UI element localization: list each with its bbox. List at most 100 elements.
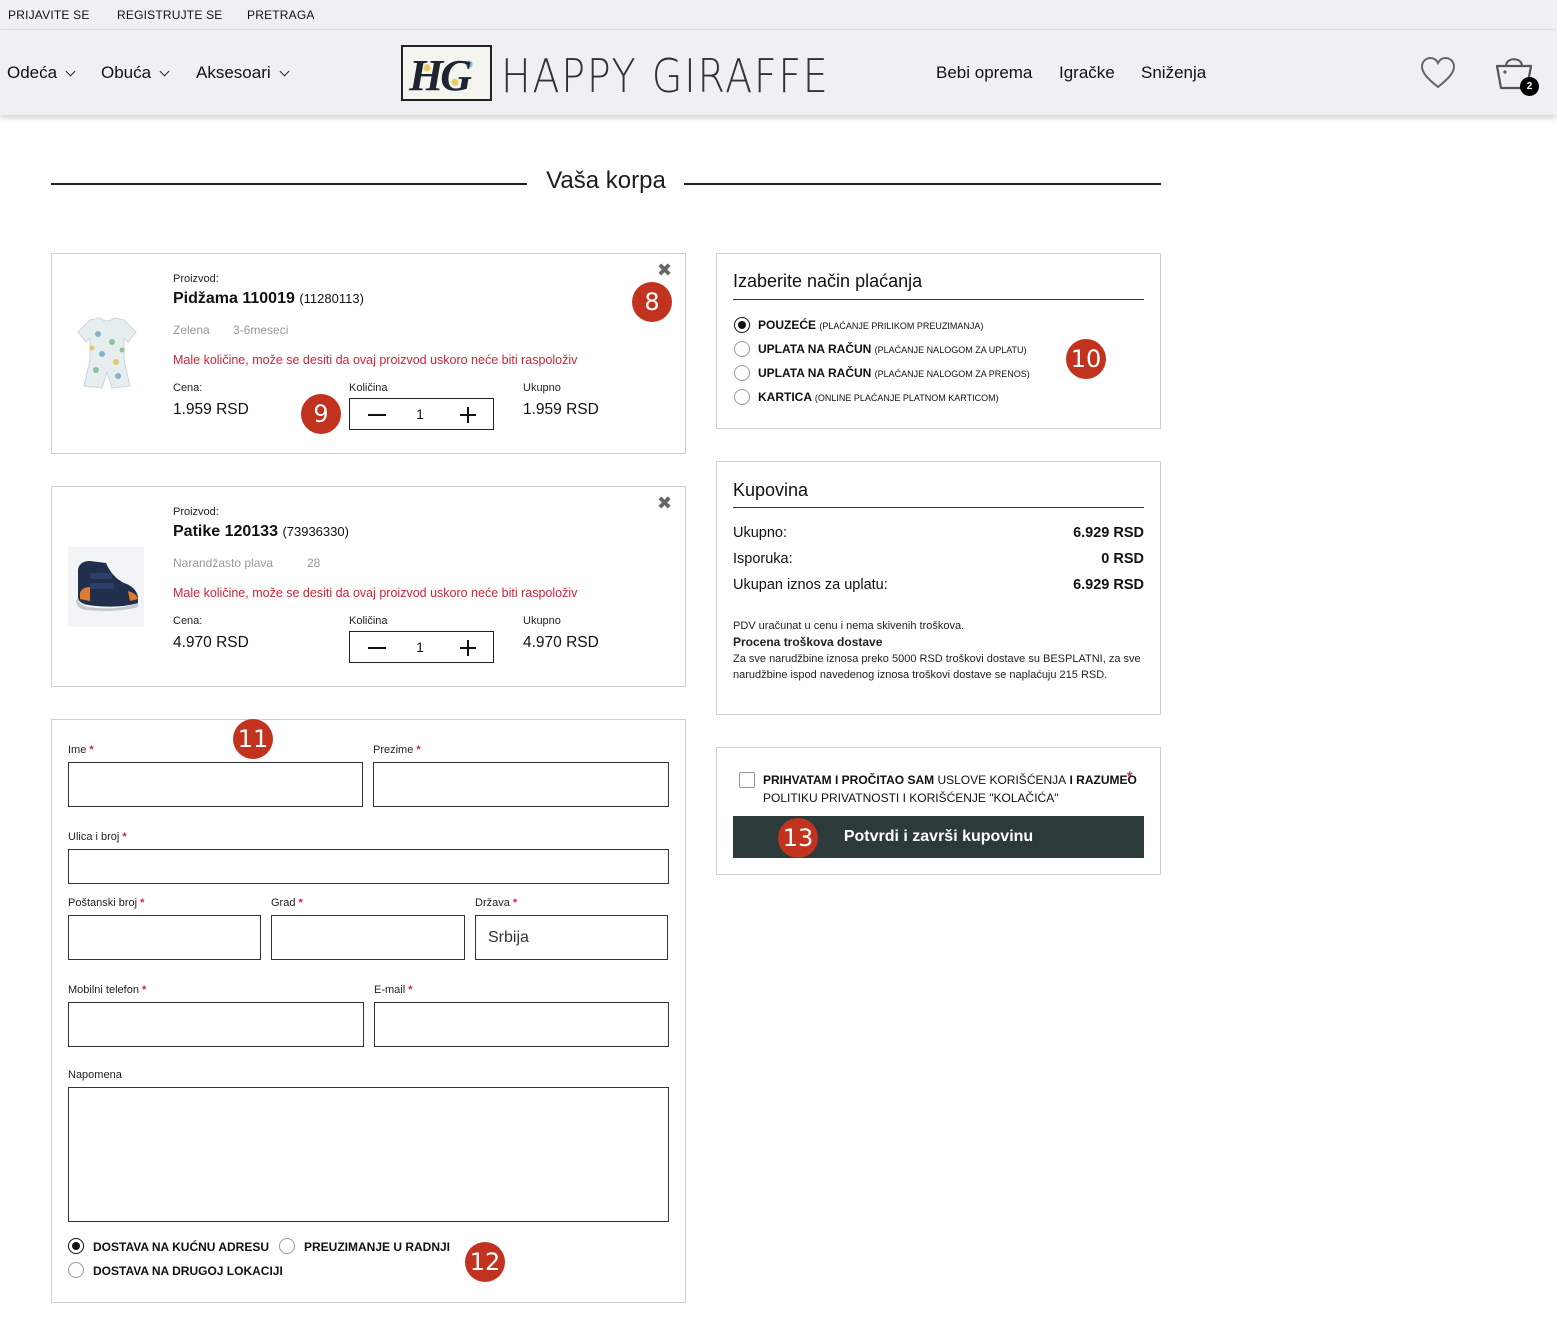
email-input[interactable] — [374, 1002, 669, 1047]
remove-item-close-icon[interactable]: ✖ — [657, 260, 672, 281]
mobile-input[interactable] — [68, 1002, 364, 1047]
register-link[interactable]: REGISTRUJTE SE — [117, 8, 222, 22]
logo-mark-text: HG — [409, 51, 472, 100]
payment-option-sub: (PLAĆANJE PRILIKOM PREUZIMANJA) — [819, 321, 984, 331]
required-asterisk: * — [1127, 768, 1133, 784]
payment-radio-bank-transfer[interactable] — [734, 365, 750, 381]
quantity-label: Količina — [349, 615, 388, 627]
payment-option-sub: (PLAĆANJE NALOGOM ZA PRENOS) — [874, 369, 1030, 379]
product-name[interactable]: Patike 120133 (73936330) — [173, 523, 349, 541]
nav-label: Aksesoari — [196, 63, 271, 82]
postal-code-label: Poštanski broj * — [68, 897, 145, 909]
annotation-badge: 12 — [465, 1242, 505, 1282]
price-label: Cena: — [173, 615, 203, 627]
nav-item-aksesoari[interactable]: Aksesoari — [196, 63, 290, 83]
nav-item-bebi-oprema[interactable]: Bebi oprema — [936, 63, 1032, 83]
street-input[interactable] — [68, 849, 669, 884]
product-code: (73936330) — [282, 524, 349, 539]
chevron-down-icon — [279, 66, 290, 77]
unit-price: 1.959 RSD — [173, 401, 249, 418]
product-size: 28 — [307, 556, 321, 570]
privacy-policy-link[interactable]: POLITIKU PRIVATNOSTI I KORIŠĆENJE "KOLAČ… — [763, 791, 1058, 805]
low-stock-warning: Male količine, može se desiti da ovaj pr… — [173, 353, 578, 367]
shipping-estimate-text: Za sve narudžbine iznosa preko 5000 RSD … — [733, 653, 1141, 681]
country-input[interactable] — [475, 915, 668, 960]
delivery-radio-other-location[interactable] — [68, 1262, 84, 1278]
product-name[interactable]: Pidžama 110019 (11280113) — [173, 290, 364, 308]
page-title: Vaša korpa — [546, 167, 666, 194]
payment-radio-cod[interactable] — [734, 317, 750, 333]
annotation-badge: 10 — [1066, 339, 1106, 379]
last-name-label: Prezime * — [373, 744, 421, 756]
chevron-down-icon — [65, 66, 76, 77]
payment-option-sub: (ONLINE PLAĆANJE PLATNOM KARTICOM) — [814, 393, 999, 403]
subtotal-label: Ukupno: — [733, 525, 788, 541]
payment-option-name: UPLATA NA RAČUN — [758, 366, 872, 380]
nav-item-igracke[interactable]: Igračke — [1059, 63, 1115, 83]
city-input[interactable] — [271, 915, 465, 960]
terms-checkbox[interactable] — [739, 772, 755, 788]
summary-title: Kupovina — [733, 480, 809, 500]
payment-title: Izaberite način plaćanja — [733, 271, 923, 291]
panel-divider — [733, 299, 1144, 300]
cart-item: Proizvod: Patike 120133 (73936330) Naran… — [51, 486, 686, 687]
quantity-label: Količina — [349, 382, 388, 394]
title-divider-left — [51, 183, 527, 185]
product-size: 3-6meseci — [233, 323, 289, 337]
email-label: E-mail * — [374, 984, 413, 996]
remove-item-close-icon[interactable]: ✖ — [657, 493, 672, 514]
quantity-stepper: 1 — [349, 398, 494, 430]
product-code: (11280113) — [299, 291, 364, 306]
payment-radio-bank-slip[interactable] — [734, 341, 750, 357]
city-label: Grad * — [271, 897, 303, 909]
pajamas-product-image[interactable] — [72, 314, 142, 392]
postal-code-input[interactable] — [68, 915, 261, 960]
shipping-info-note: PDV uračunat u cenu i nema skivenih troš… — [733, 618, 1153, 683]
street-label: Ulica i broj * — [68, 831, 127, 843]
note-label: Napomena — [68, 1069, 122, 1081]
minus-icon[interactable] — [368, 647, 386, 649]
search-link[interactable]: PRETRAGA — [247, 8, 315, 22]
heart-icon[interactable] — [1420, 56, 1456, 90]
country-label: Država * — [475, 897, 518, 909]
chevron-down-icon — [159, 66, 170, 77]
last-name-input[interactable] — [373, 762, 669, 807]
delivery-radio-store-pickup[interactable] — [279, 1238, 295, 1254]
subtotal-value: 6.929 RSD — [1073, 525, 1144, 541]
nav-item-obuca[interactable]: Obuća — [101, 63, 170, 83]
logo-mark: HG — [401, 45, 492, 101]
product-label: Proizvod: — [173, 506, 219, 518]
quantity-stepper: 1 — [349, 631, 494, 663]
nav-item-snizenja[interactable]: Sniženja — [1141, 63, 1206, 83]
product-name-text: Pidžama 110019 — [173, 290, 295, 307]
low-stock-warning: Male količine, može se desiti da ovaj pr… — [173, 586, 578, 600]
line-total: 1.959 RSD — [523, 401, 599, 418]
quantity-value[interactable]: 1 — [410, 406, 430, 422]
price-label: Cena: — [173, 382, 203, 394]
delivery-radio-home[interactable] — [68, 1238, 84, 1254]
quantity-value[interactable]: 1 — [410, 639, 430, 655]
site-logo[interactable]: HG HAPPY GIRAFFE — [401, 45, 828, 103]
terms-part: PRIHVATAM I PROČITAO SAM — [763, 773, 935, 787]
payment-radio-card[interactable] — [734, 389, 750, 405]
payment-option-name: KARTICA — [758, 390, 812, 404]
total-label: Ukupno — [523, 615, 561, 627]
terms-of-use-link[interactable]: USLOVE KORIŠĆENJA — [937, 773, 1066, 787]
plus-icon[interactable] — [467, 640, 469, 656]
shipping-label: Isporuka: — [733, 551, 793, 567]
nav-item-odeca[interactable]: Odeća — [7, 63, 76, 83]
payment-option-name: POUZEĆE — [758, 318, 817, 332]
plus-icon[interactable] — [467, 407, 469, 423]
sneakers-product-image[interactable] — [68, 547, 144, 627]
cart-item: Proizvod: Pidžama 110019 (11280113) Zele… — [51, 253, 686, 454]
total-label: Ukupno — [523, 382, 561, 394]
login-link[interactable]: PRIJAVITE SE — [8, 8, 90, 22]
minus-icon[interactable] — [368, 414, 386, 416]
unit-price: 4.970 RSD — [173, 634, 249, 651]
first-name-input[interactable] — [68, 762, 363, 807]
note-textarea[interactable] — [68, 1087, 669, 1222]
shipping-value: 0 RSD — [1101, 551, 1144, 567]
payment-option-label: KARTICA (ONLINE PLAĆANJE PLATNOM KARTICO… — [758, 390, 999, 404]
payment-option-sub: (PLAĆANJE NALOGOM ZA UPLATU) — [874, 345, 1027, 355]
mobile-label: Mobilni telefon * — [68, 984, 147, 996]
